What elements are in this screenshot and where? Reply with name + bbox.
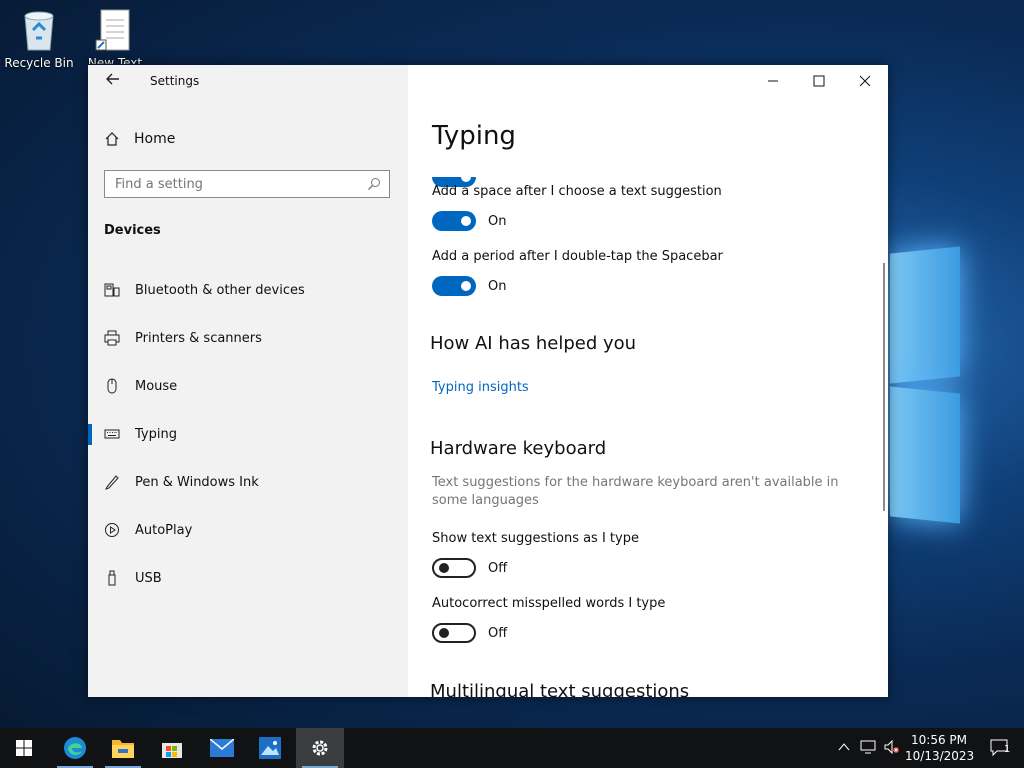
autoplay-icon (104, 522, 120, 538)
network-icon[interactable] (860, 740, 876, 757)
titlebar-controls (408, 65, 888, 97)
close-button[interactable] (842, 65, 888, 97)
sidebar-item-label: Pen & Windows Ink (135, 474, 259, 490)
scrollbar-thumb[interactable] (883, 263, 885, 511)
settings-window: Settings Home Devices Bluetooth & other … (88, 65, 888, 697)
section-heading-multilingual: Multilingual text suggestions (430, 681, 690, 697)
taskbar-store[interactable] (148, 728, 196, 768)
settings-icon (312, 740, 328, 756)
keyboard-icon (104, 426, 120, 442)
typing-insights-link[interactable]: Typing insights (432, 380, 529, 395)
desktop-icon-label: New Text (87, 56, 143, 64)
text-file-icon (95, 8, 135, 52)
toggle-state: On (488, 214, 507, 229)
section-label-devices: Devices (104, 223, 161, 238)
taskbar-file-explorer[interactable] (99, 728, 147, 768)
edge-icon (64, 737, 86, 759)
sidebar-item-autoplay[interactable]: AutoPlay (88, 510, 408, 550)
setting-label-space-after-suggestion: Add a space after I choose a text sugges… (432, 184, 722, 199)
desktop-icon-label: Recycle Bin (4, 56, 74, 70)
sidebar: Settings Home Devices Bluetooth & other … (88, 65, 408, 697)
sidebar-item-bluetooth[interactable]: Bluetooth & other devices (88, 270, 408, 310)
toggle-space-after-suggestion[interactable] (432, 211, 476, 231)
mouse-icon (104, 378, 120, 394)
store-icon (162, 743, 182, 758)
toggle-state: Off (488, 626, 508, 641)
volume-muted-icon[interactable] (884, 739, 900, 757)
clock-time: 10:56 PM (911, 733, 967, 747)
mail-icon (210, 739, 234, 757)
toggle-state: On (488, 279, 507, 294)
section-heading-hardware-keyboard: Hardware keyboard (430, 438, 607, 459)
bluetooth-devices-icon (104, 282, 120, 298)
sidebar-item-label: USB (135, 570, 162, 586)
sidebar-item-usb[interactable]: USB (88, 558, 408, 598)
search-icon (368, 178, 380, 190)
close-icon (859, 75, 871, 87)
taskbar-edge[interactable] (51, 728, 99, 768)
sidebar-item-typing[interactable]: Typing (88, 414, 408, 454)
action-center-button[interactable]: 1 (976, 728, 1024, 768)
toggle-knob (439, 628, 449, 638)
page-title: Typing (432, 121, 516, 151)
sidebar-item-mouse[interactable]: Mouse (88, 366, 408, 406)
minimize-button[interactable] (750, 65, 796, 97)
sidebar-item-pen[interactable]: Pen & Windows Ink (88, 462, 408, 502)
titlebar[interactable]: Settings (88, 65, 408, 97)
minimize-icon (768, 80, 778, 82)
taskbar: 10:56 PM 10/13/2023 1 (0, 728, 1024, 768)
toggle-knob (439, 563, 449, 573)
file-explorer-icon (112, 740, 134, 758)
taskbar-mail[interactable] (198, 728, 246, 768)
toggle-knob (461, 216, 471, 226)
setting-label-period-double-tap: Add a period after I double-tap the Spac… (432, 249, 723, 264)
sidebar-item-label: Mouse (135, 378, 178, 394)
back-button[interactable] (102, 71, 124, 91)
sidebar-item-printers[interactable]: Printers & scanners (88, 318, 408, 358)
home-icon (105, 132, 119, 146)
start-button[interactable] (0, 728, 48, 768)
notification-count: 1 (1004, 744, 1011, 755)
usb-icon (104, 570, 120, 586)
desktop-icon-recycle-bin[interactable]: Recycle Bin (4, 8, 74, 70)
home-label: Home (134, 131, 176, 147)
back-arrow-icon (106, 73, 119, 85)
toggle-period-double-tap[interactable] (432, 276, 476, 296)
sidebar-item-label: Typing (135, 426, 177, 442)
toggle-state: Off (488, 561, 508, 576)
taskbar-photos[interactable] (246, 728, 294, 768)
search-input[interactable] (105, 171, 355, 197)
setting-label-show-text-suggestions: Show text suggestions as I type (432, 531, 639, 546)
setting-label-autocorrect: Autocorrect misspelled words I type (432, 596, 666, 611)
section-heading-ai: How AI has helped you (430, 333, 637, 354)
toggle-autocorrect[interactable] (432, 623, 476, 643)
taskbar-settings[interactable] (296, 728, 344, 768)
search-box[interactable] (104, 170, 390, 198)
toggle-knob (461, 281, 471, 291)
start-icon (16, 740, 32, 756)
sidebar-item-label: Printers & scanners (135, 330, 262, 346)
maximize-icon (813, 75, 825, 87)
sidebar-item-label: AutoPlay (135, 522, 193, 538)
system-tray (838, 728, 900, 768)
desktop-icon-text-file[interactable]: New Text (80, 8, 150, 64)
sidebar-item-label: Bluetooth & other devices (135, 282, 305, 298)
home-nav[interactable]: Home (104, 127, 175, 151)
toggle-show-text-suggestions[interactable] (432, 558, 476, 578)
chevron-up-icon[interactable] (838, 741, 850, 755)
clock-date: 10/13/2023 (905, 749, 975, 763)
windows-logo-wallpaper (880, 210, 960, 530)
content-pane[interactable]: Typing Add a space after I choose a text… (408, 97, 888, 697)
app-title: Settings (150, 74, 200, 88)
taskbar-clock[interactable]: 10:56 PM 10/13/2023 (905, 732, 975, 764)
recycle-bin-icon (19, 8, 59, 52)
photos-icon (259, 737, 281, 759)
printer-icon (104, 330, 120, 346)
pen-icon (104, 474, 120, 490)
hardware-keyboard-description: Text suggestions for the hardware keyboa… (432, 475, 839, 508)
maximize-button[interactable] (796, 65, 842, 97)
